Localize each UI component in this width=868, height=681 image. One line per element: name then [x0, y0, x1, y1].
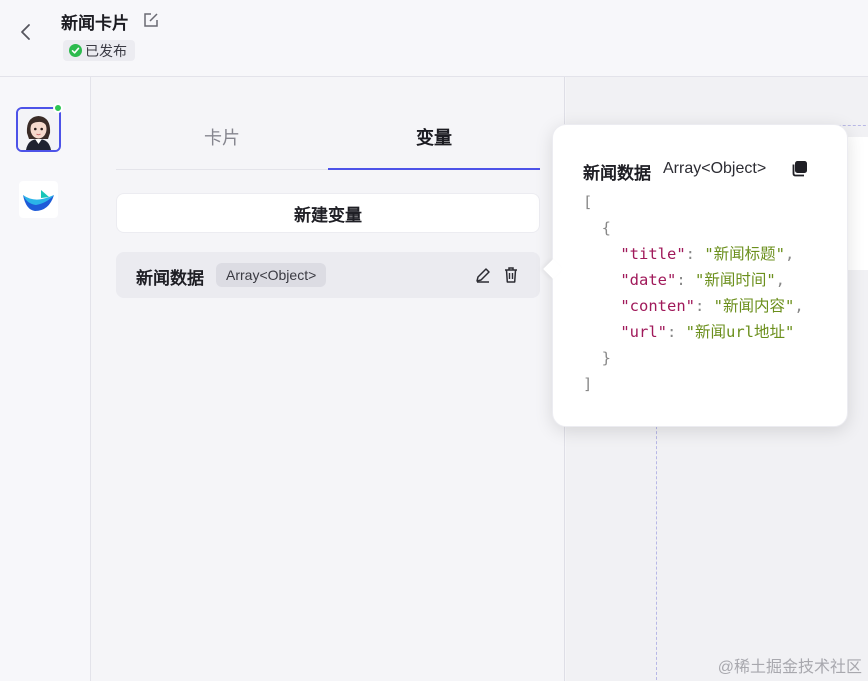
- app-logo-icon: [23, 190, 54, 211]
- variable-preview-popover: 新闻数据 Array<Object> [ { "title": "新闻标题", …: [543, 124, 848, 427]
- online-indicator: [53, 103, 63, 113]
- code-value: "新闻内容": [713, 297, 795, 315]
- code-key: "title": [620, 245, 686, 263]
- code-key: "url": [620, 323, 667, 341]
- json-code-block: [ { "title": "新闻标题", "date": "新闻时间", "co…: [583, 193, 804, 393]
- app-logo[interactable]: [19, 181, 58, 218]
- back-button[interactable]: [14, 20, 38, 44]
- check-circle-icon: [69, 44, 82, 57]
- avatar[interactable]: [16, 107, 61, 152]
- delete-variable-button[interactable]: [502, 266, 520, 284]
- edit-title-button[interactable]: [142, 11, 160, 29]
- edit-variable-button[interactable]: [474, 266, 492, 284]
- variable-name: 新闻数据: [136, 269, 204, 288]
- code-value: "新闻标题": [704, 245, 785, 263]
- code-value: "新闻url地址": [685, 323, 795, 341]
- popover-title: 新闻数据: [583, 164, 651, 183]
- variable-row[interactable]: 新闻数据 Array<Object>: [116, 252, 540, 298]
- copy-button[interactable]: [791, 160, 808, 177]
- watermark: @稀土掘金技术社区: [717, 659, 862, 676]
- edit-icon: [476, 268, 490, 283]
- trash-icon: [505, 267, 517, 283]
- tab-variables[interactable]: 变量: [328, 113, 540, 170]
- status-label: 已发布: [85, 42, 127, 59]
- page-title: 新闻卡片: [61, 14, 129, 33]
- code-close-bracket: ]: [583, 375, 593, 393]
- code-key: "conten": [620, 297, 695, 315]
- code-close-brace: }: [601, 349, 612, 367]
- status-badge: 已发布: [63, 40, 135, 61]
- code-key: "date": [620, 271, 677, 289]
- chevron-left-icon: [21, 24, 30, 40]
- code-open-bracket: [: [583, 193, 593, 211]
- variables-panel: 卡片 变量 新建变量 新闻数据 Array<Object>: [92, 77, 565, 681]
- code-open-brace: {: [601, 219, 612, 237]
- variable-type-badge: Array<Object>: [216, 263, 327, 287]
- new-variable-button[interactable]: 新建变量: [116, 193, 540, 233]
- tab-bar: 卡片 变量: [116, 113, 540, 170]
- copy-icon: [792, 161, 807, 177]
- left-rail: [0, 77, 91, 681]
- tab-card[interactable]: 卡片: [116, 113, 328, 169]
- popover-type: Array<Object>: [663, 160, 767, 177]
- code-value: "新闻时间": [695, 271, 776, 289]
- edit-icon: [144, 13, 158, 27]
- header: 新闻卡片 已发布: [0, 0, 868, 77]
